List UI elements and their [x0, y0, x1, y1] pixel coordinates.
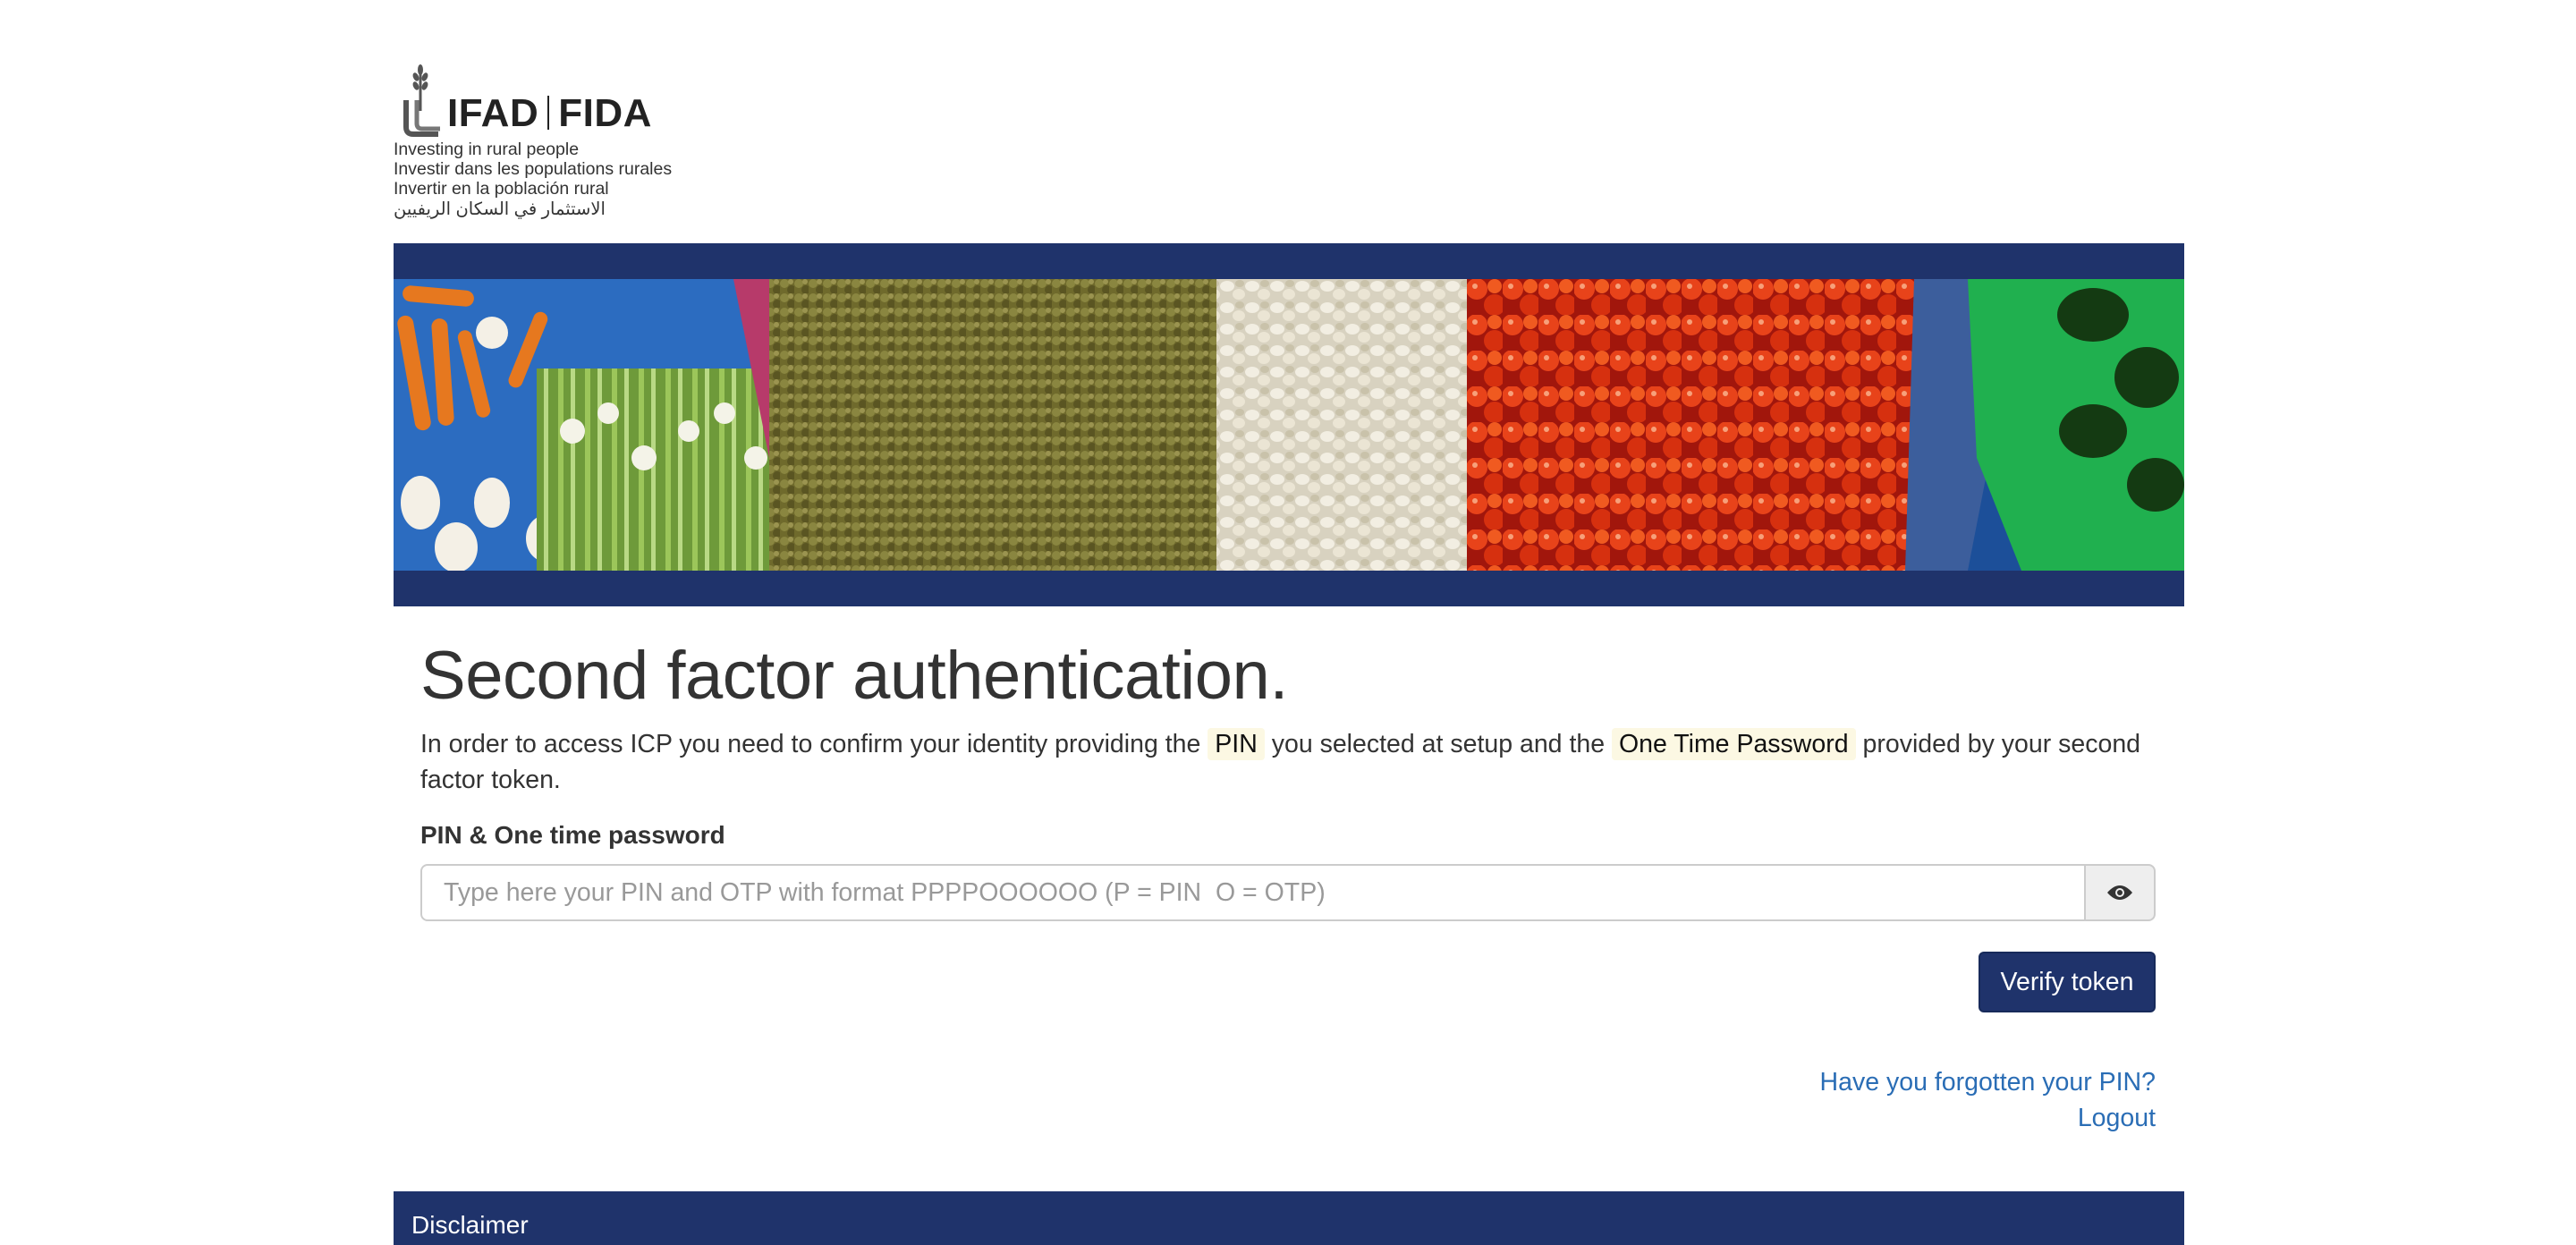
account-links: Have you forgotten your PIN? Logout	[1820, 1064, 2156, 1136]
pin-highlight: PIN	[1208, 728, 1265, 760]
disclaimer-footer: Disclaimer	[394, 1191, 2184, 1245]
logo-tagline-es: Invertir en la población rural	[394, 179, 609, 199]
logo-tagline-en: Investing in rural people	[394, 140, 580, 159]
produce-banner-image	[394, 279, 2184, 571]
pin-otp-label: PIN & One time password	[420, 821, 725, 849]
wheat-logo-icon	[403, 64, 440, 137]
logo-wordmark: IFAD FIDA	[447, 91, 652, 135]
toggle-visibility-button[interactable]	[2084, 864, 2156, 921]
logo-tagline-fr: Investir dans les populations rurales	[394, 159, 673, 179]
intro-text-part: In order to access ICP you need to confi…	[420, 730, 1208, 758]
intro-text: In order to access ICP you need to confi…	[420, 726, 2156, 798]
otp-highlight: One Time Password	[1611, 728, 1856, 760]
logo-tagline-ar: الاستثمار في السكان الريفيين	[394, 199, 606, 219]
ifad-logo: IFAD FIDA Investing in rural people Inves…	[394, 64, 698, 225]
pin-otp-input[interactable]	[420, 864, 2086, 921]
pin-otp-input-group	[420, 864, 2156, 925]
header-banner	[394, 243, 2184, 606]
page-title: Second factor authentication.	[420, 638, 1288, 714]
verify-token-button[interactable]: Verify token	[1979, 952, 2156, 1012]
logout-link[interactable]: Logout	[1820, 1100, 2156, 1136]
intro-text-part: you selected at setup and the	[1264, 730, 1612, 758]
forgot-pin-link[interactable]: Have you forgotten your PIN?	[1820, 1064, 2156, 1100]
eye-icon	[2107, 885, 2132, 900]
disclaimer-title: Disclaimer	[411, 1211, 529, 1239]
